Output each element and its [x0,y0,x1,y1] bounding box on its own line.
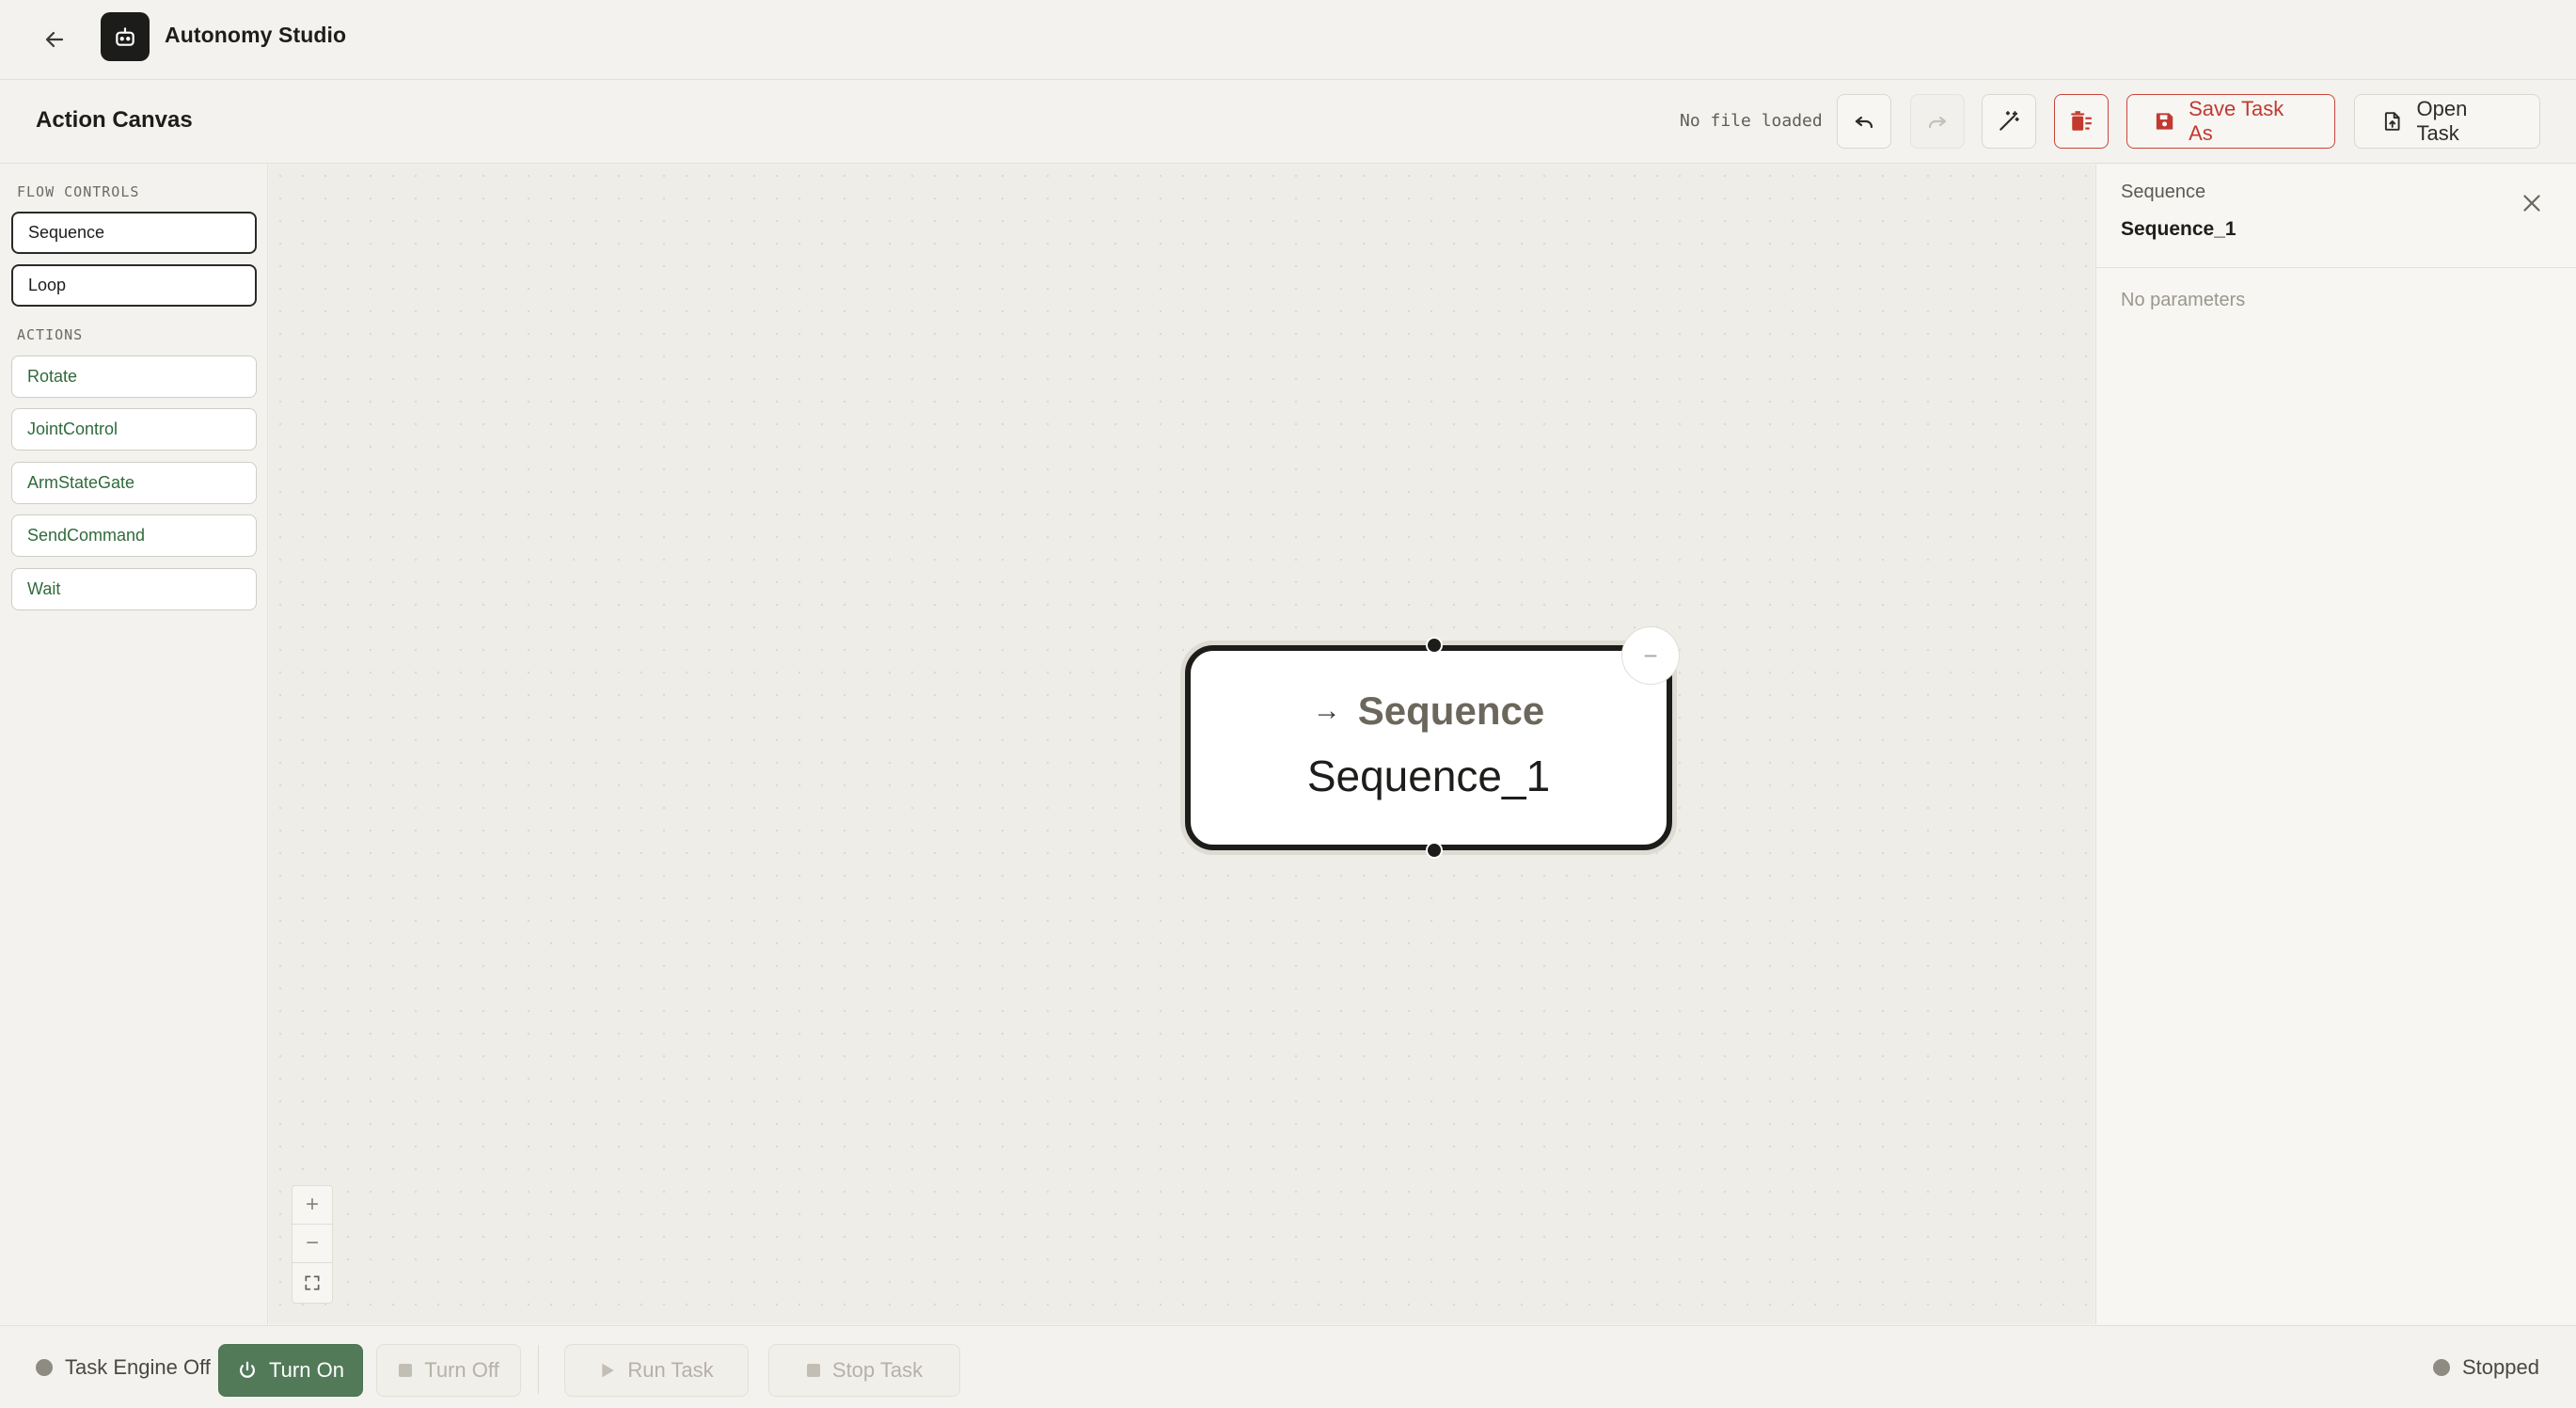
save-task-as-label: Save Task As [2189,97,2284,145]
save-icon [2156,113,2173,130]
turn-on-label: Turn On [269,1358,344,1382]
file-status: No file loaded [1680,111,1823,131]
turn-on-button[interactable]: Turn On [218,1344,363,1397]
redo-button[interactable] [1910,94,1965,149]
page-title: Action Canvas [36,107,193,133]
inspector-close-button[interactable] [2518,189,2546,217]
trash-list-icon [2071,111,2092,131]
palette-item-sendcommand[interactable]: SendCommand [11,514,257,557]
inspector-empty-state: No parameters [2121,290,2246,310]
auto-layout-button[interactable] [1982,94,2036,149]
node-type-label: → Sequence [1191,688,1667,734]
palette-item-loop[interactable]: Loop [11,264,257,307]
node-collapse-button[interactable]: − [1621,626,1680,685]
open-task-button[interactable]: Open Task [2354,94,2540,149]
inspector-divider [2096,267,2576,268]
save-task-as-button[interactable]: Save Task As [2126,94,2335,149]
node-output-handle[interactable] [1426,842,1443,859]
redo-icon [1928,116,1947,129]
stop-square-icon [399,1364,413,1377]
close-icon [2523,195,2540,212]
plus-icon: + [305,1192,319,1217]
power-icon [240,1361,255,1378]
magic-wand-icon [1999,111,2019,131]
stop-square-icon [806,1364,820,1377]
inspector-node-type: Sequence [2121,182,2206,202]
flow-controls-heading: FLOW CONTROLS [17,183,140,200]
turn-off-label: Turn Off [424,1358,499,1382]
palette-item-sequence[interactable]: Sequence [11,212,257,254]
stop-task-button[interactable]: Stop Task [768,1344,960,1397]
palette-item-rotate[interactable]: Rotate [11,356,257,398]
zoom-in-button[interactable]: + [292,1186,332,1225]
app-logo [101,12,150,61]
undo-button[interactable] [1837,94,1891,149]
file-open-icon [2384,112,2400,131]
stop-task-label: Stop Task [831,1358,924,1382]
palette-item-wait[interactable]: Wait [11,568,257,610]
play-icon [602,1363,615,1378]
app-title: Autonomy Studio [165,23,347,47]
engine-status-dot [36,1359,53,1376]
robot-icon [116,27,134,46]
actions-heading: ACTIONS [17,326,84,343]
clear-canvas-button[interactable] [2054,94,2109,149]
zoom-out-button[interactable]: − [292,1225,332,1263]
fit-view-button[interactable] [292,1263,332,1302]
turn-off-button[interactable]: Turn Off [376,1344,521,1397]
inspector-node-name: Sequence_1 [2121,218,2236,240]
zoom-controls: + − [292,1185,333,1304]
toolbar-separator [538,1345,539,1394]
palette-item-armstategate[interactable]: ArmStateGate [11,462,257,504]
fit-view-icon [305,1275,320,1289]
minus-icon: − [305,1230,319,1256]
run-task-label: Run Task [627,1358,714,1382]
minus-icon: − [1643,641,1658,670]
node-name: Sequence_1 [1306,751,1551,800]
run-task-button[interactable]: Run Task [564,1344,749,1397]
undo-icon [1855,116,1873,129]
node-palette: FLOW CONTROLS Sequence Loop ACTIONS Rota… [0,165,268,1324]
flow-canvas[interactable]: → Sequence Sequence_1 − + − [269,165,2094,1324]
sequence-node[interactable]: → Sequence Sequence_1 [1185,637,1672,859]
run-status-text: Stopped [2462,1355,2539,1379]
run-status-dot [2433,1359,2450,1376]
status-bar: Task Engine Off Turn On Turn Off Run Tas… [0,1325,2576,1408]
toolbar: Action Canvas No file loaded Save Task A… [0,81,2576,164]
arrow-right-icon: → [1312,695,1341,726]
arrow-left-icon [45,31,64,48]
inspector-panel: Sequence Sequence_1 No parameters [2095,165,2576,1324]
node-type-text: Sequence [1357,688,1545,733]
palette-item-jointcontrol[interactable]: JointControl [11,408,257,451]
back-button[interactable] [36,21,73,58]
engine-status-text: Task Engine Off [65,1355,211,1379]
node-input-handle[interactable] [1426,637,1443,654]
open-task-label: Open Task [2416,97,2468,145]
app-bar: Autonomy Studio [0,0,2576,80]
